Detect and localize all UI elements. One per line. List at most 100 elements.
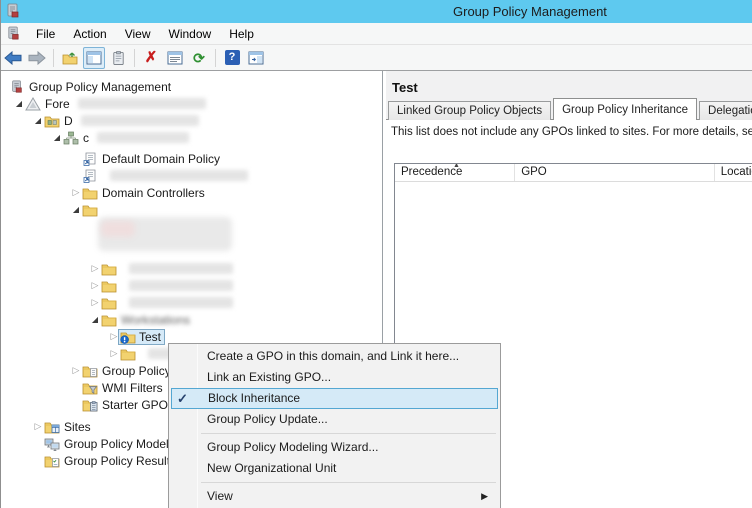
menu-bar: File Action View Window Help (1, 23, 752, 45)
wmi-filters-icon (82, 381, 98, 395)
tab-strip: Linked Group Policy Objects Group Policy… (388, 98, 752, 120)
app-icon (5, 3, 21, 19)
menu-item-link-existing-gpo[interactable]: Link an Existing GPO... (171, 367, 498, 388)
tab-linked-group-policy-objects[interactable]: Linked Group Policy Objects (388, 101, 551, 120)
expander-icon[interactable]: ◢ (32, 112, 44, 129)
refresh-button[interactable]: ⟳ (188, 47, 210, 69)
sort-ascending-icon: ▲ (453, 164, 460, 169)
toolbar-separator (53, 49, 54, 67)
forest-icon (25, 97, 41, 111)
table-header-row: Precedence ▲ GPO Location (395, 164, 752, 182)
show-hide-console-tree-button[interactable] (83, 47, 105, 69)
tree-item-forest[interactable]: ◢ Fore (1, 95, 382, 112)
column-header-location[interactable]: Location (715, 164, 752, 181)
back-icon (4, 51, 22, 65)
forward-icon (28, 51, 46, 65)
selected-node[interactable]: Test (118, 329, 165, 345)
expander-icon[interactable]: ▷ (89, 260, 101, 277)
tree-item-gpo-redacted[interactable] (1, 167, 382, 184)
menu-view[interactable]: View (116, 24, 160, 44)
menu-item-create-gpo[interactable]: Create a GPO in this domain, and Link it… (171, 346, 498, 367)
menu-item-view[interactable]: View ▶ (171, 486, 498, 507)
redacted-text (97, 132, 189, 143)
tree-item-ou-redacted[interactable]: ◢ (1, 201, 382, 218)
expander-icon[interactable]: ◢ (70, 201, 82, 218)
action-pane-icon (248, 51, 264, 65)
column-header-gpo[interactable]: GPO (515, 164, 715, 181)
forward-button[interactable] (26, 47, 48, 69)
gpo-folder-icon (82, 364, 98, 378)
redacted-text (129, 297, 233, 308)
tree-item-ou-redacted[interactable]: ▷ (1, 260, 382, 277)
help-button[interactable]: ? (221, 47, 243, 69)
redacted-text (78, 98, 206, 109)
back-button[interactable] (2, 47, 24, 69)
paste-button[interactable] (107, 47, 129, 69)
column-header-precedence[interactable]: Precedence ▲ (395, 164, 515, 181)
ou-folder-icon (101, 313, 117, 327)
console-tree-icon (86, 51, 102, 65)
expander-icon[interactable]: ▷ (70, 362, 82, 379)
tree-item-group-policy-management[interactable]: Group Policy Management (1, 78, 382, 95)
menu-help[interactable]: Help (220, 24, 263, 44)
expander-icon[interactable]: ▷ (108, 345, 120, 362)
tree-item-domain[interactable]: ◢ c (1, 129, 382, 146)
domains-icon (44, 114, 60, 128)
expander-icon[interactable]: ◢ (89, 311, 101, 328)
toolbar: ✗ ⟳ ? (1, 45, 752, 71)
results-icon (44, 454, 60, 468)
menu-window[interactable]: Window (160, 24, 221, 44)
expander-icon[interactable]: ▷ (89, 294, 101, 311)
expander-icon[interactable]: ▷ (70, 184, 82, 201)
ou-folder-icon (101, 262, 117, 276)
up-one-level-icon (62, 51, 78, 65)
redacted-text (81, 115, 199, 126)
refresh-icon: ⟳ (193, 51, 205, 65)
tree-item-ou-redacted[interactable]: ▷ (1, 294, 382, 311)
ou-folder-icon (101, 296, 117, 310)
ou-folder-icon (101, 279, 117, 293)
tab-delegation[interactable]: Delegation (699, 101, 752, 120)
starter-gpos-icon (82, 398, 98, 412)
clipboard-icon (111, 50, 126, 66)
gpo-icon (82, 169, 98, 183)
ou-folder-icon (82, 203, 98, 217)
window-title: Group Policy Management (453, 4, 607, 19)
show-hide-action-pane-button[interactable] (245, 47, 267, 69)
menu-file[interactable]: File (27, 24, 64, 44)
menu-separator (201, 479, 498, 486)
menu-item-new-organizational-unit[interactable]: New Organizational Unit (171, 458, 498, 479)
properties-icon (167, 51, 183, 65)
submenu-arrow-icon: ▶ (481, 486, 488, 507)
gpmc-window: Group Policy Management File Action View… (0, 0, 752, 508)
tab-group-policy-inheritance[interactable]: Group Policy Inheritance (553, 98, 697, 120)
ou-folder-icon (120, 347, 136, 361)
modeling-icon (44, 437, 60, 451)
redacted-text (110, 170, 248, 181)
properties-button[interactable] (164, 47, 186, 69)
inheritance-description: This list does not include any GPOs link… (391, 126, 752, 138)
tree-item-default-domain-policy[interactable]: Default Domain Policy (1, 150, 382, 167)
toolbar-separator (134, 49, 135, 67)
tree-item-domains[interactable]: ◢ D (1, 112, 382, 129)
up-one-level-button[interactable] (59, 47, 81, 69)
expander-icon[interactable]: ◢ (13, 95, 25, 112)
menu-item-modeling-wizard[interactable]: Group Policy Modeling Wizard... (171, 437, 498, 458)
checkmark-icon: ✓ (177, 389, 188, 408)
menu-item-group-policy-update[interactable]: Group Policy Update... (171, 409, 498, 430)
menu-separator (201, 430, 498, 437)
tree-item-workstations[interactable]: ◢ Workstations (1, 311, 382, 328)
tree-item-domain-controllers[interactable]: ▷ Domain Controllers (1, 184, 382, 201)
expander-icon[interactable]: ▷ (32, 418, 44, 435)
title-bar: Group Policy Management (1, 0, 752, 23)
expander-icon[interactable]: ▷ (89, 277, 101, 294)
results-pane-title: Test (392, 80, 418, 95)
redacted-block (101, 221, 135, 237)
menu-item-block-inheritance[interactable]: ✓ Block Inheritance (171, 388, 498, 409)
delete-button[interactable]: ✗ (140, 47, 162, 69)
expander-icon[interactable]: ◢ (51, 129, 63, 146)
sites-icon (44, 420, 60, 434)
console-window-icon[interactable] (6, 26, 21, 41)
menu-action[interactable]: Action (64, 24, 115, 44)
tree-item-ou-redacted[interactable]: ▷ (1, 277, 382, 294)
